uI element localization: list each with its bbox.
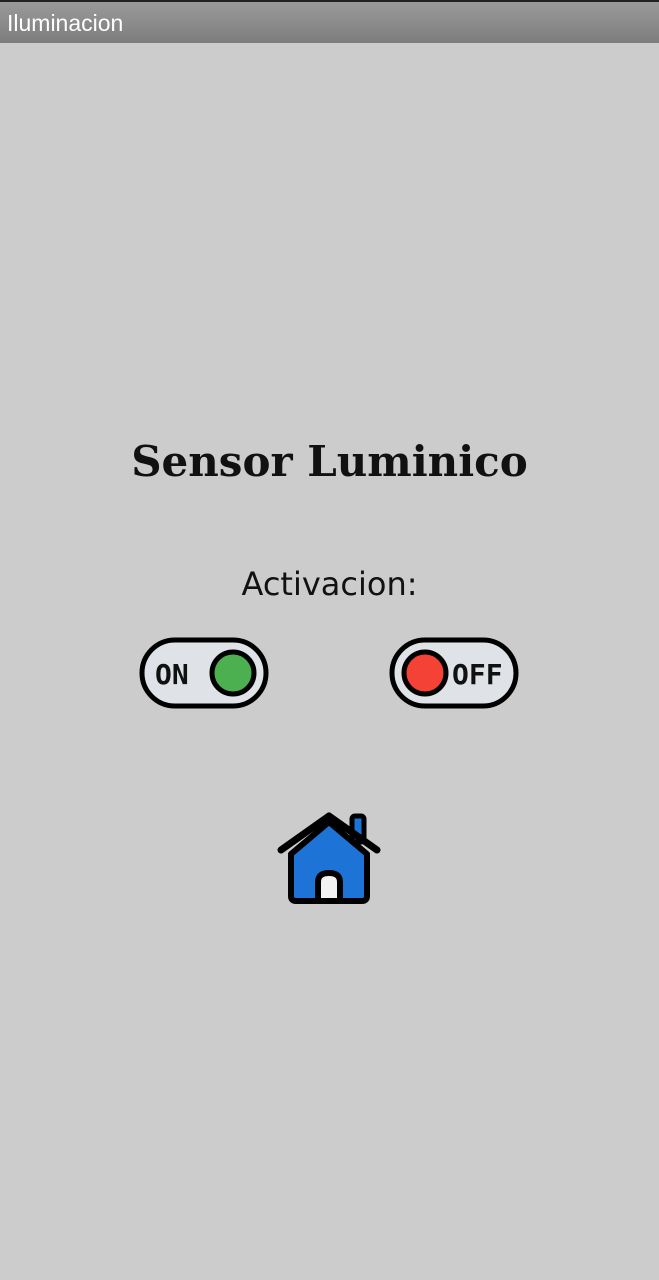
on-knob: [209, 649, 257, 697]
home-button[interactable]: [276, 812, 383, 906]
off-button[interactable]: OFF: [389, 637, 519, 709]
app-title: Iluminacion: [7, 10, 124, 36]
off-label: OFF: [452, 658, 503, 691]
home-icon: [277, 812, 381, 904]
title-bar: Iluminacion: [0, 0, 659, 43]
page-title: Sensor Luminico: [131, 437, 528, 486]
toggle-off-icon: OFF: [389, 637, 519, 709]
on-label: ON: [155, 658, 189, 691]
off-knob: [401, 649, 449, 697]
on-button[interactable]: ON: [139, 637, 269, 709]
toggle-on-icon: ON: [139, 637, 269, 709]
activation-label: Activacion:: [241, 565, 418, 603]
